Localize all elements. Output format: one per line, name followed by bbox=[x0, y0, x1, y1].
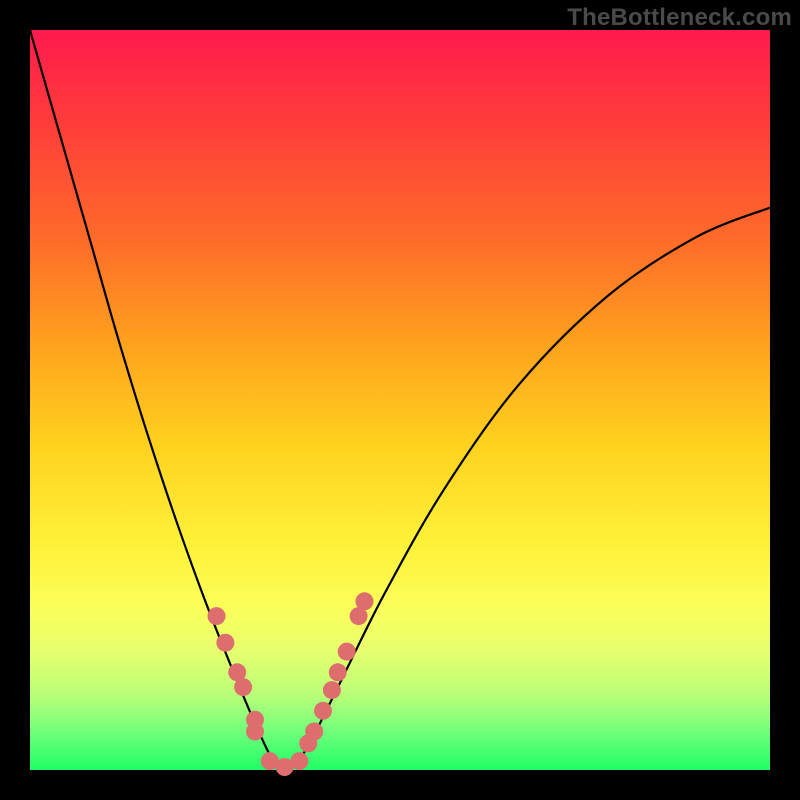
curve-dot bbox=[290, 752, 308, 770]
curve-dot bbox=[246, 723, 264, 741]
curve-dot bbox=[234, 678, 252, 696]
curve-dot bbox=[338, 643, 356, 661]
curve-dot bbox=[305, 723, 323, 741]
plot-area bbox=[30, 30, 770, 770]
curve-dot bbox=[329, 663, 347, 681]
bottleneck-curve bbox=[30, 30, 770, 770]
curve-dot bbox=[356, 592, 374, 610]
curve-dot bbox=[323, 681, 341, 699]
curve-dot bbox=[314, 702, 332, 720]
chart-stage: TheBottleneck.com bbox=[0, 0, 800, 800]
chart-svg bbox=[30, 30, 770, 770]
curve-dot bbox=[208, 607, 226, 625]
watermark-text: TheBottleneck.com bbox=[567, 4, 792, 32]
curve-dot bbox=[216, 634, 234, 652]
curve-dots-group bbox=[208, 592, 374, 776]
